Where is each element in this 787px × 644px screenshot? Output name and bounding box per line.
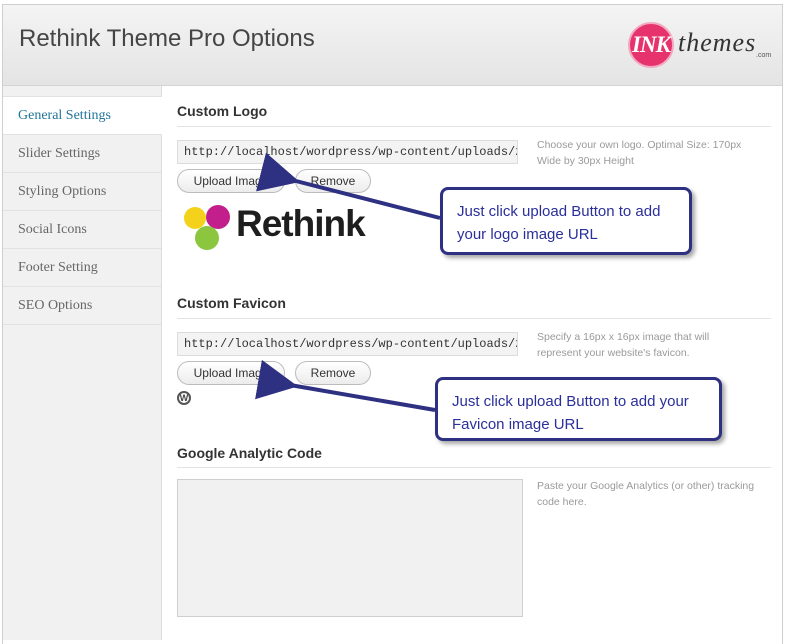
logo-callout-arrow	[256, 152, 441, 220]
callout-arrows	[255, 152, 441, 412]
favicon-callout-arrow	[255, 359, 436, 412]
